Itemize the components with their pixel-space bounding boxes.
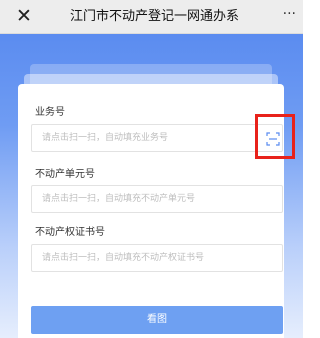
cert-no-label: 不动产权证书号 — [35, 227, 105, 238]
unit-no-label: 不动产单元号 — [35, 169, 95, 180]
more-icon[interactable]: ··· — [283, 6, 296, 22]
cert-no-placeholder: 请点击扫一扫，自动填充不动产权证书号 — [42, 253, 205, 263]
unit-no-input[interactable]: 请点击扫一扫，自动填充不动产单元号 — [31, 185, 283, 213]
business-no-placeholder: 请点击扫一扫，自动填充业务号 — [42, 133, 169, 143]
scan-icon[interactable] — [266, 132, 280, 146]
cert-no-input[interactable]: 请点击扫一扫，自动填充不动产权证书号 — [31, 244, 283, 272]
business-no-input[interactable]: 请点击扫一扫，自动填充业务号 — [31, 124, 283, 152]
title-bar: ✕ 江门市不动产登记一网通办系 ··· — [0, 0, 303, 34]
unit-no-placeholder: 请点击扫一扫，自动填充不动产单元号 — [42, 194, 196, 204]
close-icon[interactable]: ✕ — [13, 5, 35, 27]
business-no-label: 业务号 — [35, 107, 65, 118]
view-map-button[interactable]: 看图 — [31, 306, 283, 334]
page-title: 江门市不动产登记一网通办系 — [70, 9, 240, 24]
